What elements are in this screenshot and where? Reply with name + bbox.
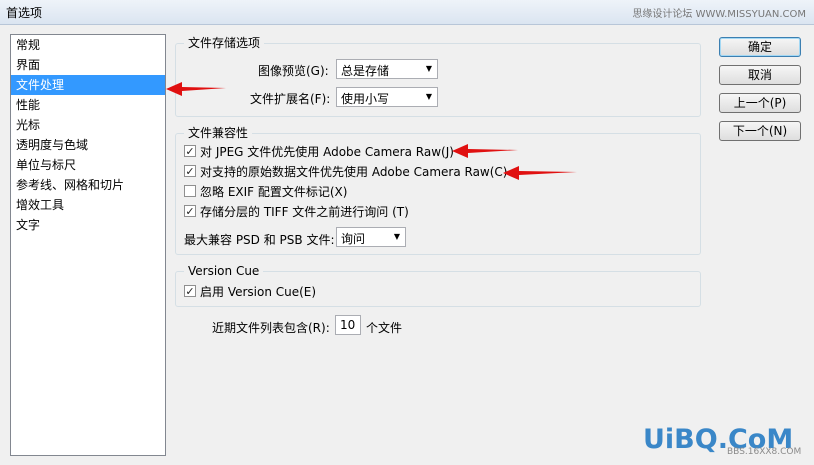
watermark-sub: BBS.16XX8.COM <box>727 447 802 457</box>
maximize-compat-select[interactable]: 询问 ▼ <box>336 227 406 247</box>
checkmark-icon: ✓ <box>184 205 196 218</box>
version-cue-group-title: Version Cue <box>184 264 264 278</box>
annotation-arrow-icon <box>452 144 518 158</box>
list-item-cursors[interactable]: 光标 <box>11 115 165 135</box>
enable-version-cue-label: 启用 Version Cue(E) <box>200 284 317 299</box>
ignore-exif-label: 忽略 EXIF 配置文件标记(X) <box>200 184 348 199</box>
unchecked-box-icon <box>184 185 196 197</box>
recent-files-input[interactable]: 10 <box>335 315 361 335</box>
list-item-general[interactable]: 常规 <box>11 35 165 55</box>
recent-files-label: 近期文件列表包含(R): <box>212 321 330 335</box>
extension-select[interactable]: 使用小写 ▼ <box>336 87 438 107</box>
next-button[interactable]: 下一个(N) <box>719 121 801 141</box>
tiff-ask-checkbox[interactable]: ✓ 存储分层的 TIFF 文件之前进行询问 (T) <box>184 202 409 220</box>
list-item-guides[interactable]: 参考线、网格和切片 <box>11 175 165 195</box>
list-item-interface[interactable]: 界面 <box>11 55 165 75</box>
list-item-units[interactable]: 单位与标尺 <box>11 155 165 175</box>
recent-files-suffix: 个文件 <box>366 321 403 335</box>
compat-group-title: 文件兼容性 <box>184 126 253 140</box>
category-list[interactable]: 常规 界面 文件处理 性能 光标 透明度与色域 单位与标尺 参考线、网格和切片 … <box>10 34 166 456</box>
extension-value: 使用小写 <box>341 92 390 106</box>
preview-value: 总是存储 <box>341 64 390 78</box>
list-item-type[interactable]: 文字 <box>11 215 165 235</box>
list-item-performance[interactable]: 性能 <box>11 95 165 115</box>
annotation-arrow-icon <box>503 166 577 180</box>
window-title: 首选项 <box>6 6 43 20</box>
ok-button[interactable]: 确定 <box>719 37 801 57</box>
checkmark-icon: ✓ <box>184 285 196 298</box>
list-item-file-handling[interactable]: 文件处理 <box>11 75 165 95</box>
chevron-down-icon: ▼ <box>425 64 432 73</box>
chevron-down-icon: ▼ <box>425 92 432 101</box>
list-item-plugins[interactable]: 增效工具 <box>11 195 165 215</box>
preview-select[interactable]: 总是存储 ▼ <box>336 59 438 79</box>
preview-label: 图像预览(G): <box>258 64 329 78</box>
raw-acr-checkbox[interactable]: ✓ 对支持的原始数据文件优先使用 Adobe Camera Raw(C) <box>184 162 507 180</box>
jpeg-acr-label: 对 JPEG 文件优先使用 Adobe Camera Raw(J) <box>200 144 454 159</box>
file-save-group-title: 文件存储选项 <box>184 36 265 50</box>
annotation-arrow-icon <box>166 82 226 96</box>
maximize-compat-label: 最大兼容 PSD 和 PSB 文件: <box>184 233 335 247</box>
title-bar: 首选项 思缘设计论坛 WWW.MISSYUAN.COM <box>0 0 814 25</box>
raw-acr-label: 对支持的原始数据文件优先使用 Adobe Camera Raw(C) <box>200 164 508 179</box>
extension-label: 文件扩展名(F): <box>250 92 331 106</box>
chevron-down-icon: ▼ <box>393 232 400 241</box>
maximize-compat-value: 询问 <box>341 232 366 246</box>
list-item-transparency[interactable]: 透明度与色域 <box>11 135 165 155</box>
cancel-button[interactable]: 取消 <box>719 65 801 85</box>
ignore-exif-checkbox[interactable]: 忽略 EXIF 配置文件标记(X) <box>184 182 347 200</box>
enable-version-cue-checkbox[interactable]: ✓ 启用 Version Cue(E) <box>184 282 316 300</box>
checkmark-icon: ✓ <box>184 145 196 158</box>
watermark-top: 思缘设计论坛 WWW.MISSYUAN.COM <box>632 9 806 20</box>
jpeg-acr-checkbox[interactable]: ✓ 对 JPEG 文件优先使用 Adobe Camera Raw(J) <box>184 142 454 160</box>
previous-button[interactable]: 上一个(P) <box>719 93 801 113</box>
tiff-ask-label: 存储分层的 TIFF 文件之前进行询问 (T) <box>200 204 409 219</box>
checkmark-icon: ✓ <box>184 165 196 178</box>
